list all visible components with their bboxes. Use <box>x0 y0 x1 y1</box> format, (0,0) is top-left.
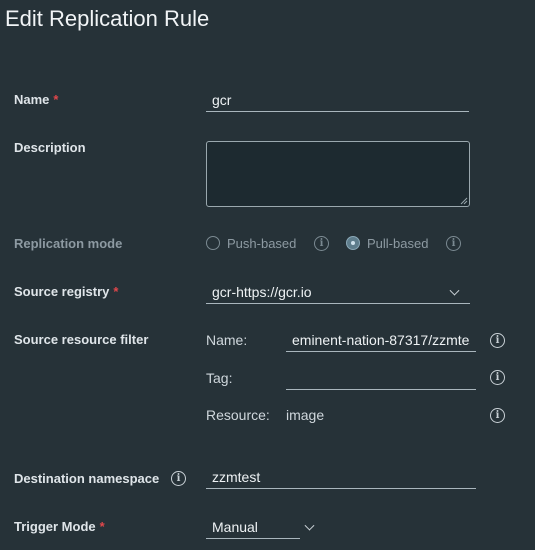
filter-resource-value: image <box>286 407 325 423</box>
trigger-mode-label-text: Trigger Mode <box>14 519 96 534</box>
description-textarea[interactable] <box>206 141 470 207</box>
name-label-text: Name <box>14 92 50 107</box>
chevron-down-icon <box>449 285 460 296</box>
radio-label-push: Push-based <box>227 235 297 251</box>
trigger-mode-select[interactable]: Manual <box>206 515 300 539</box>
destination-namespace-label: Destination namespace <box>14 471 160 486</box>
source-registry-select[interactable]: gcr-https://gcr.io <box>206 280 470 304</box>
filter-name-label: Name: <box>206 332 248 348</box>
source-resource-filter-label: Source resource filter <box>14 332 149 347</box>
edit-replication-rule-page: Edit Replication Rule Name* Description … <box>0 0 535 550</box>
replication-mode-label: Replication mode <box>14 236 123 251</box>
radio-label-pull: Pull-based <box>367 235 429 251</box>
trigger-mode-label: Trigger Mode * <box>14 519 105 534</box>
radio-push-based[interactable]: Push-based <box>206 234 296 252</box>
page-title: Edit Replication Rule <box>5 6 210 31</box>
name-input[interactable] <box>206 88 469 112</box>
required-marker: * <box>113 284 119 299</box>
info-icon[interactable]: i <box>171 471 186 486</box>
radio-button-pull[interactable] <box>346 236 360 250</box>
description-label: Description <box>14 140 86 155</box>
source-registry-label-text: Source registry <box>14 284 110 299</box>
destination-namespace-input[interactable] <box>206 465 476 489</box>
source-registry-label: Source registry * <box>14 284 118 299</box>
info-icon[interactable]: i <box>490 370 505 385</box>
info-icon[interactable]: i <box>490 408 505 423</box>
chevron-down-icon[interactable] <box>304 520 315 531</box>
source-registry-value: gcr-https://gcr.io <box>212 283 312 300</box>
filter-resource-label: Resource: <box>206 407 270 423</box>
radio-button-push[interactable] <box>206 236 220 250</box>
name-label: Name * <box>14 92 58 107</box>
required-marker: * <box>53 92 59 107</box>
trigger-mode-value: Manual <box>212 518 258 535</box>
info-icon[interactable]: i <box>490 333 505 348</box>
info-icon[interactable]: i <box>314 236 329 251</box>
resize-grip-icon[interactable] <box>460 197 468 205</box>
filter-name-input[interactable] <box>286 328 476 352</box>
info-icon[interactable]: i <box>446 236 461 251</box>
filter-tag-input[interactable] <box>286 366 476 390</box>
filter-tag-label: Tag: <box>206 370 233 386</box>
required-marker: * <box>99 519 105 534</box>
radio-pull-based[interactable]: Pull-based <box>346 234 428 252</box>
